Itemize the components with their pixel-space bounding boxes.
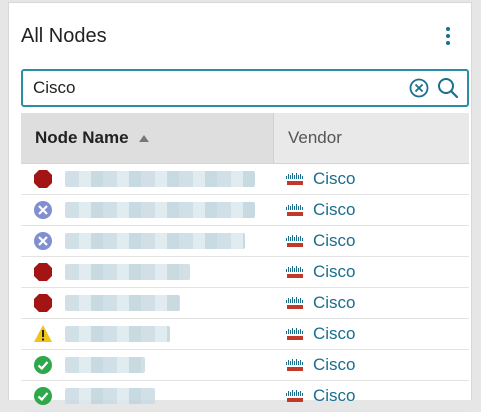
table-row[interactable]: Cisco (21, 226, 469, 257)
node-name-cell (21, 386, 273, 406)
vendor-link[interactable]: Cisco (313, 200, 356, 220)
node-name-cell (21, 169, 273, 189)
cisco-logo-icon (285, 234, 305, 248)
vendor-link[interactable]: Cisco (313, 169, 356, 189)
table-row[interactable]: Cisco (21, 288, 469, 319)
status-up-icon (33, 386, 53, 406)
redacted-node-name[interactable] (65, 388, 155, 404)
status-unmanaged-icon (33, 200, 53, 220)
column-label: Vendor (288, 128, 342, 147)
vendor-link[interactable]: Cisco (313, 293, 356, 313)
column-header-node-name[interactable]: Node Name (21, 113, 273, 163)
cisco-logo-icon (285, 203, 305, 217)
redacted-node-name[interactable] (65, 202, 255, 218)
redacted-node-name[interactable] (65, 171, 255, 187)
all-nodes-panel: All Nodes Node Name Vendor (8, 2, 472, 412)
table-row[interactable]: Cisco (21, 350, 469, 381)
search-icon[interactable] (437, 77, 459, 99)
panel-title: All Nodes (21, 25, 107, 47)
status-up-icon (33, 355, 53, 375)
clear-search-icon[interactable] (409, 78, 429, 98)
status-down-icon (33, 169, 53, 189)
redacted-node-name[interactable] (65, 295, 180, 311)
vendor-link[interactable]: Cisco (313, 355, 356, 375)
vendor-cell: Cisco (273, 324, 469, 344)
kebab-menu-icon[interactable] (445, 27, 451, 45)
redacted-node-name[interactable] (65, 357, 145, 373)
vendor-cell: Cisco (273, 169, 469, 189)
status-unmanaged-icon (33, 231, 53, 251)
redacted-node-name[interactable] (65, 233, 245, 249)
status-down-icon (33, 262, 53, 282)
column-header-vendor[interactable]: Vendor (273, 113, 469, 163)
vendor-cell: Cisco (273, 355, 469, 375)
cisco-logo-icon (285, 389, 305, 403)
vendor-cell: Cisco (273, 293, 469, 313)
search-box (21, 69, 469, 107)
vendor-cell: Cisco (273, 262, 469, 282)
sort-ascending-icon (138, 134, 149, 142)
vendor-cell: Cisco (273, 200, 469, 220)
table-row[interactable]: Cisco (21, 319, 469, 350)
table-body: Cisco Cisco Cisco Cisco Cisco Cisco Cisc… (21, 164, 469, 412)
vendor-link[interactable]: Cisco (313, 262, 356, 282)
table-row[interactable]: Cisco (21, 195, 469, 226)
vendor-link[interactable]: Cisco (313, 386, 356, 406)
table-header: Node Name Vendor (21, 113, 469, 164)
cisco-logo-icon (285, 296, 305, 310)
vendor-cell: Cisco (273, 231, 469, 251)
node-name-cell (21, 262, 273, 282)
node-name-cell (21, 324, 273, 344)
status-warning-icon (33, 324, 53, 344)
cisco-logo-icon (285, 358, 305, 372)
node-name-cell (21, 293, 273, 313)
vendor-link[interactable]: Cisco (313, 231, 356, 251)
column-label: Node Name (35, 128, 129, 147)
cisco-logo-icon (285, 327, 305, 341)
search-input[interactable] (33, 77, 383, 99)
table-row[interactable]: Cisco (21, 164, 469, 195)
node-name-cell (21, 231, 273, 251)
node-name-cell (21, 355, 273, 375)
vendor-cell: Cisco (273, 386, 469, 406)
redacted-node-name[interactable] (65, 264, 190, 280)
table-row[interactable]: Cisco (21, 257, 469, 288)
cisco-logo-icon (285, 265, 305, 279)
table-row[interactable]: Cisco (21, 381, 469, 412)
node-name-cell (21, 200, 273, 220)
status-down-icon (33, 293, 53, 313)
nodes-table: Node Name Vendor Cisco Cisco Cisco Cisco (21, 113, 469, 412)
redacted-node-name[interactable] (65, 326, 170, 342)
vendor-link[interactable]: Cisco (313, 324, 356, 344)
cisco-logo-icon (285, 172, 305, 186)
